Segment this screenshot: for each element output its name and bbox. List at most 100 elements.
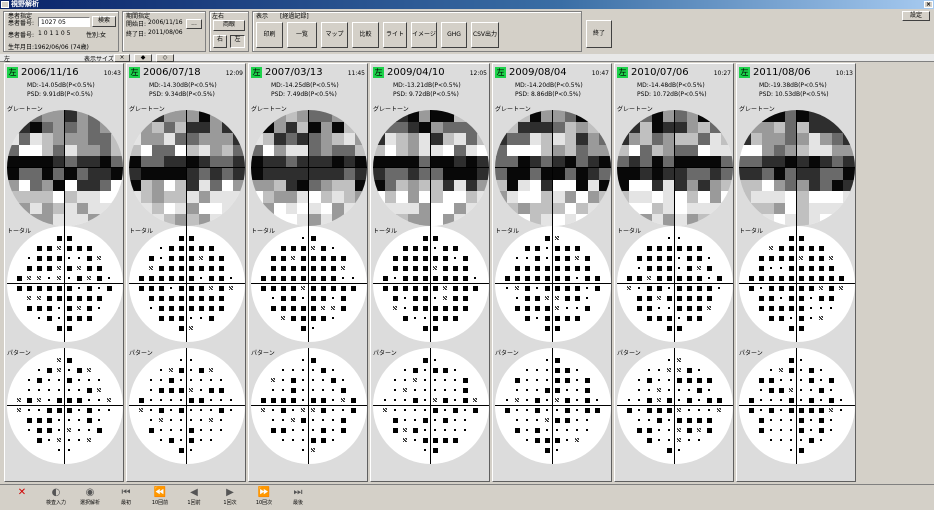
date-picker-button[interactable]: ... xyxy=(186,19,202,29)
light-button[interactable]: ライト xyxy=(383,22,407,48)
deviation-mark xyxy=(647,316,652,321)
grayscale-cell xyxy=(518,110,531,122)
deviation-mark xyxy=(473,398,477,402)
deviation-mark xyxy=(78,409,80,411)
deviation-mark xyxy=(810,317,812,319)
print-button[interactable]: 印刷 xyxy=(256,22,283,48)
deviation-mark xyxy=(545,448,550,453)
select-analysis-button[interactable]: ◉ 選択解析 xyxy=(74,486,106,509)
both-eyes-button[interactable]: 両眼 xyxy=(213,20,245,31)
deviation-mark xyxy=(47,286,52,291)
close-icon[interactable]: × xyxy=(924,1,933,8)
md-value: MD:-14.25dB(P<0.5%) xyxy=(271,82,339,89)
deviation-mark xyxy=(149,266,153,270)
deviation-mark xyxy=(311,306,316,311)
horizontal-axis xyxy=(495,405,611,406)
period-end-label: 終了日: xyxy=(126,31,147,38)
map-button[interactable]: マップ xyxy=(321,22,348,48)
exam-panel[interactable]: 左 2010/07/06 10:27 MD:-14.48dB(P<0.5%) PSD: … xyxy=(614,63,734,482)
grayscale-cell xyxy=(651,144,664,157)
grayscale-cell xyxy=(721,214,733,226)
period-end-value[interactable]: 2011/08/06 xyxy=(148,29,183,36)
last-icon: ⏭ xyxy=(293,487,303,498)
last-button[interactable]: ⏭ 最後 xyxy=(282,486,314,509)
exam-panel[interactable]: 左 2006/11/16 10:43 MD:-14.05dB(P<0.5%) PSD: … xyxy=(4,63,124,482)
forward-1-button[interactable]: ▶ 1回次 xyxy=(214,486,246,509)
deviation-mark xyxy=(575,246,580,251)
left-eye-button[interactable]: 左 xyxy=(230,35,245,48)
ghg-button[interactable]: GHG xyxy=(441,22,467,48)
deviation-mark xyxy=(789,388,793,392)
grayscale-cell xyxy=(99,121,112,134)
grayscale-cell xyxy=(628,133,641,146)
deviation-mark xyxy=(67,398,72,403)
grayscale-cell xyxy=(797,179,809,192)
deviation-mark xyxy=(536,389,538,391)
deviation-mark xyxy=(77,266,81,270)
right-eye-button[interactable]: 右 xyxy=(213,35,227,48)
deviation-mark xyxy=(403,388,407,392)
deviation-mark xyxy=(779,256,784,261)
size-medium-button[interactable]: ◆ xyxy=(134,54,152,62)
size-small-button[interactable]: × xyxy=(114,54,130,62)
grayscale-cell xyxy=(99,202,112,215)
size-large-button[interactable]: ◇ xyxy=(156,54,174,62)
list-button[interactable]: 一覧 xyxy=(287,22,317,48)
deviation-mark xyxy=(819,296,824,301)
delete-button[interactable]: ✕ xyxy=(6,486,38,509)
exit-button[interactable]: 終了 xyxy=(586,20,612,48)
back-1-button[interactable]: ◀ 1回前 xyxy=(178,486,210,509)
deviation-mark xyxy=(800,399,802,401)
grayscale-cell xyxy=(30,202,43,215)
deviation-mark xyxy=(404,369,406,371)
horizontal-axis xyxy=(251,167,367,168)
deviation-mark xyxy=(433,306,438,311)
grayscale-cell xyxy=(396,121,409,134)
left-eye-tab[interactable]: 左 xyxy=(4,54,10,63)
grayscale-cell xyxy=(396,202,409,215)
settings-button[interactable]: 設定 xyxy=(902,11,930,21)
exam-panel[interactable]: 左 2009/08/04 10:47 MD:-14.20dB(P<0.5%) PSD: … xyxy=(492,63,612,482)
exam-panel[interactable]: 左 2006/07/18 12:09 MD:-14.30dB(P<0.5%) PSD: … xyxy=(126,63,246,482)
patient-id-input[interactable]: 1027 05 xyxy=(38,17,90,27)
deviation-mark xyxy=(657,316,662,321)
exam-panel[interactable]: 左 2007/03/13 11:45 MD:-14.25dB(P<0.5%) PSD: … xyxy=(248,63,368,482)
grayscale-cell xyxy=(65,144,77,157)
exam-header: 左 2006/11/16 10:43 xyxy=(7,66,121,80)
back-10-button[interactable]: ⏪ 10回前 xyxy=(144,486,176,509)
period-start-value[interactable]: 2006/11/16 xyxy=(148,19,183,26)
deviation-mark xyxy=(769,276,774,281)
grayscale-cell xyxy=(709,191,722,204)
grayscale-cell xyxy=(506,133,519,146)
deviation-mark xyxy=(526,257,528,259)
deviation-mark xyxy=(331,276,336,281)
search-button[interactable]: 検索 xyxy=(92,16,116,27)
compare-button[interactable]: 比較 xyxy=(352,22,379,48)
deviation-mark xyxy=(678,237,680,239)
grayscale-cell xyxy=(198,121,211,134)
grayscale-cell xyxy=(198,144,211,157)
deviation-mark xyxy=(423,326,428,331)
first-button[interactable]: ⏮ 最初 xyxy=(110,486,142,509)
deviation-mark xyxy=(169,316,174,321)
deviation-mark xyxy=(463,296,468,301)
grayscale-cell xyxy=(99,168,112,180)
grayscale-cell xyxy=(640,214,653,226)
grayscale-cell xyxy=(152,110,165,122)
deviation-mark xyxy=(789,276,794,281)
deviation-mark xyxy=(433,448,438,453)
deviation-mark xyxy=(312,379,314,381)
grayscale-cell xyxy=(431,179,443,192)
csv-export-button[interactable]: CSV出力 xyxy=(471,22,499,48)
forward-10-button[interactable]: ⏩ 10回次 xyxy=(248,486,280,509)
deviation-mark xyxy=(586,287,588,289)
exam-panel[interactable]: 左 2009/04/10 12:05 MD:-13.21dB(P<0.5%) PSD: … xyxy=(370,63,490,482)
exam-input-button[interactable]: ◐ 検査入力 xyxy=(40,486,72,509)
grayscale-cell xyxy=(506,202,519,215)
deviation-mark xyxy=(322,419,324,421)
exam-panel[interactable]: 左 2011/08/06 10:13 MD:-19.38dB(P<0.5%) PSD: … xyxy=(736,63,856,482)
deviation-mark xyxy=(332,297,334,299)
deviation-mark xyxy=(393,428,398,433)
grayscale-cell xyxy=(587,191,600,204)
image-button[interactable]: イメージ xyxy=(411,22,437,48)
